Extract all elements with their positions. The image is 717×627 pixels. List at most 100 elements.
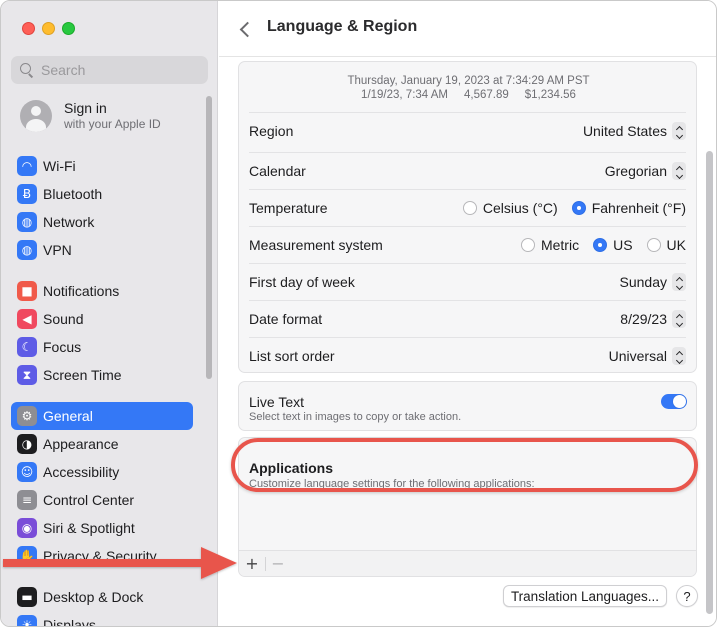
popup-chevron-icon <box>672 347 686 365</box>
sidebar-item-label: Notifications <box>43 283 120 299</box>
region-value: United States <box>582 123 667 139</box>
speaker-icon: ◀ <box>17 309 37 329</box>
sidebar-item-vpn[interactable]: ◍ VPN <box>11 236 193 264</box>
format-settings-card: Thursday, January 19, 2023 at 7:34:29 AM… <box>238 61 697 373</box>
preview-long-date: Thursday, January 19, 2023 at 7:34:29 AM… <box>347 75 590 87</box>
metric-radio[interactable]: Metric <box>520 237 579 253</box>
sort-order-value: Universal <box>608 348 667 364</box>
add-application-button[interactable]: + <box>239 554 265 573</box>
sidebar-scrollbar[interactable] <box>206 96 212 379</box>
region-row: Region United States <box>249 112 686 149</box>
first-day-popup[interactable]: Sunday <box>620 273 686 291</box>
main-pane: Language & Region Thursday, January 19, … <box>219 1 716 626</box>
first-day-value: Sunday <box>619 274 667 290</box>
sign-in-label: Sign in <box>64 100 107 116</box>
globe-icon: ◍ <box>17 212 37 232</box>
first-day-row: First day of week Sunday <box>249 263 686 300</box>
apple-id-sign-in[interactable]: Sign in with your Apple ID <box>20 100 161 132</box>
sidebar-item-displays[interactable]: ☀ Displays <box>11 611 193 627</box>
sidebar-item-label: Screen Time <box>43 367 122 383</box>
applications-list-footer: + − <box>239 550 696 576</box>
sidebar-item-appearance[interactable]: ◑ Appearance <box>11 430 193 458</box>
date-format-value: 8/29/23 <box>620 311 667 327</box>
sidebar-item-label: Network <box>43 214 95 230</box>
back-button[interactable] <box>237 18 253 40</box>
calendar-row: Calendar Gregorian <box>249 152 686 189</box>
radio-circle-icon <box>520 238 535 252</box>
live-text-card: Live Text Select text in images to copy … <box>238 381 697 431</box>
display-icon: ☀ <box>17 615 37 626</box>
live-text-toggle[interactable] <box>661 394 687 409</box>
radio-circle-icon <box>646 238 661 252</box>
search-field[interactable] <box>11 56 208 84</box>
accessibility-icon: ☺ <box>17 462 37 482</box>
search-input[interactable] <box>41 62 191 78</box>
sidebar-item-label: Sound <box>43 311 84 327</box>
search-icon <box>20 63 34 77</box>
temperature-label: Temperature <box>249 200 328 216</box>
calendar-popup[interactable]: Gregorian <box>605 162 686 180</box>
sidebar-item-label: Desktop & Dock <box>43 589 144 605</box>
popup-chevron-icon <box>672 273 686 291</box>
radio-selected-icon <box>571 201 586 215</box>
appearance-icon: ◑ <box>17 434 37 454</box>
sidebar-item-wi-fi[interactable]: ◠ Wi-Fi <box>11 152 193 180</box>
calendar-value: Gregorian <box>604 163 667 179</box>
sidebar-item-label: Accessibility <box>43 464 120 480</box>
sidebar-item-bluetooth[interactable]: Ƀ Bluetooth <box>11 180 193 208</box>
close-window-button[interactable] <box>22 22 35 35</box>
sidebar-item-label: Siri & Spotlight <box>43 520 135 536</box>
preview-number: 4,567.89 <box>464 89 509 101</box>
measurement-row: Measurement system Metric US UK <box>249 226 686 263</box>
sort-order-popup[interactable]: Universal <box>609 347 686 365</box>
siri-icon: ◉ <box>17 518 37 538</box>
sidebar-item-desktop-dock[interactable]: ▬ Desktop & Dock <box>11 583 193 611</box>
dock-icon: ▬ <box>17 587 37 607</box>
popup-chevron-icon <box>672 310 686 328</box>
help-button[interactable]: ? <box>676 585 698 607</box>
avatar <box>20 100 52 132</box>
settings-window: Sign in with your Apple ID ◠ Wi-Fi Ƀ Blueto… <box>0 0 717 627</box>
sidebar-item-label: Control Center <box>43 492 135 508</box>
sidebar-item-siri-spotlight[interactable]: ◉ Siri & Spotlight <box>11 514 193 542</box>
bluetooth-icon: Ƀ <box>17 184 37 204</box>
sidebar-item-label: Bluetooth <box>43 186 103 202</box>
sidebar-item-notifications[interactable]: ■ Notifications <box>11 277 193 305</box>
live-text-title: Live Text <box>249 394 304 410</box>
us-radio[interactable]: US <box>593 237 633 253</box>
uk-radio[interactable]: UK <box>646 237 686 253</box>
live-text-subtitle: Select text in images to copy or take ac… <box>249 411 462 423</box>
remove-application-button[interactable]: − <box>266 554 290 573</box>
radio-circle-icon <box>462 201 477 215</box>
sidebar-item-sound[interactable]: ◀ Sound <box>11 305 193 333</box>
sidebar-item-screen-time[interactable]: ⧗ Screen Time <box>11 361 193 389</box>
sidebar-item-label: Displays <box>43 617 96 627</box>
popup-chevron-icon <box>672 122 686 140</box>
sidebar: Sign in with your Apple ID ◠ Wi-Fi Ƀ Blueto… <box>1 1 218 627</box>
region-label: Region <box>249 123 294 139</box>
sidebar-item-accessibility[interactable]: ☺ Accessibility <box>11 458 193 486</box>
gear-icon: ⚙ <box>17 406 37 426</box>
bell-icon: ■ <box>17 281 37 301</box>
fahrenheit-radio[interactable]: Fahrenheit (°F) <box>571 200 686 216</box>
temperature-row: Temperature Celsius (°C) Fahrenheit (°F) <box>249 189 686 226</box>
translation-languages-button[interactable]: Translation Languages... <box>503 585 667 607</box>
sidebar-item-general[interactable]: ⚙ General <box>11 402 193 430</box>
sidebar-item-label: General <box>43 408 93 424</box>
radio-selected-icon <box>593 238 608 252</box>
sidebar-item-label: VPN <box>43 242 72 258</box>
sidebar-item-control-center[interactable]: ≡ Control Center <box>11 486 193 514</box>
sign-in-subtitle: with your Apple ID <box>64 117 161 131</box>
sidebar-item-network[interactable]: ◍ Network <box>11 208 193 236</box>
toolbar: Language & Region <box>219 1 716 57</box>
date-format-popup[interactable]: 8/29/23 <box>620 310 686 328</box>
main-scrollbar[interactable] <box>706 151 713 614</box>
moon-icon: ☾ <box>17 337 37 357</box>
sidebar-item-focus[interactable]: ☾ Focus <box>11 333 193 361</box>
sidebar-item-label: Wi-Fi <box>43 158 76 174</box>
control-center-icon: ≡ <box>17 490 37 510</box>
region-popup[interactable]: United States <box>583 122 686 140</box>
minimize-window-button[interactable] <box>42 22 55 35</box>
celsius-radio[interactable]: Celsius (°C) <box>462 200 558 216</box>
zoom-window-button[interactable] <box>62 22 75 35</box>
